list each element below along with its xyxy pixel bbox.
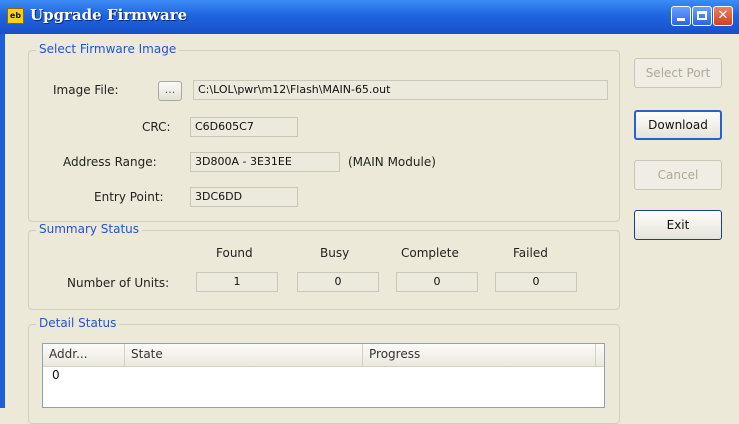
summary-col-busy: Busy: [320, 246, 350, 260]
col-header-progress[interactable]: Progress: [363, 344, 596, 366]
list-item[interactable]: 0: [43, 367, 604, 385]
select-port-button[interactable]: Select Port: [634, 58, 722, 88]
title-bar[interactable]: eb Upgrade Firmware ✕: [0, 0, 739, 34]
close-button[interactable]: ✕: [713, 6, 733, 26]
app-icon: eb: [7, 8, 24, 24]
summary-status-legend: Summary Status: [36, 222, 143, 236]
image-file-label: Image File:: [53, 83, 119, 97]
number-of-units-label: Number of Units:: [67, 276, 170, 290]
exit-button[interactable]: Exit: [634, 210, 722, 240]
crc-field: C6D605C7: [190, 117, 298, 137]
summary-col-found: Found: [216, 246, 253, 260]
address-range-label: Address Range:: [63, 155, 157, 169]
row-addr: 0: [52, 368, 60, 382]
maximize-icon: [697, 11, 707, 20]
image-file-field[interactable]: C:\LOL\pwr\m12\Flash\MAIN-65.out: [193, 80, 608, 100]
col-header-state[interactable]: State: [125, 344, 363, 366]
busy-count: 0: [297, 272, 379, 292]
detail-status-legend: Detail Status: [36, 316, 120, 330]
failed-count: 0: [495, 272, 577, 292]
select-firmware-legend: Select Firmware Image: [36, 42, 180, 56]
entry-point-field: 3DC6DD: [190, 187, 298, 207]
address-range-field: 3D800A - 3E31EE: [190, 152, 340, 172]
minimize-icon: [677, 18, 685, 21]
maximize-button[interactable]: [692, 6, 712, 26]
complete-count: 0: [396, 272, 478, 292]
window-border: [0, 34, 5, 408]
download-button[interactable]: Download: [634, 110, 722, 140]
col-header-addr[interactable]: Addr...: [43, 344, 125, 366]
close-icon: ✕: [717, 8, 729, 23]
summary-col-complete: Complete: [401, 246, 459, 260]
entry-point-label: Entry Point:: [94, 190, 164, 204]
summary-col-failed: Failed: [513, 246, 548, 260]
detail-status-list[interactable]: Addr... State Progress 0: [42, 343, 605, 408]
window-title: Upgrade Firmware: [30, 6, 188, 24]
minimize-button[interactable]: [671, 6, 691, 26]
list-header: Addr... State Progress: [43, 344, 604, 367]
found-count: 1: [196, 272, 278, 292]
crc-label: CRC:: [142, 120, 171, 134]
summary-status-group: [28, 230, 620, 310]
browse-button[interactable]: ...: [158, 81, 182, 101]
cancel-button[interactable]: Cancel: [634, 160, 722, 190]
address-range-note: (MAIN Module): [348, 155, 436, 169]
